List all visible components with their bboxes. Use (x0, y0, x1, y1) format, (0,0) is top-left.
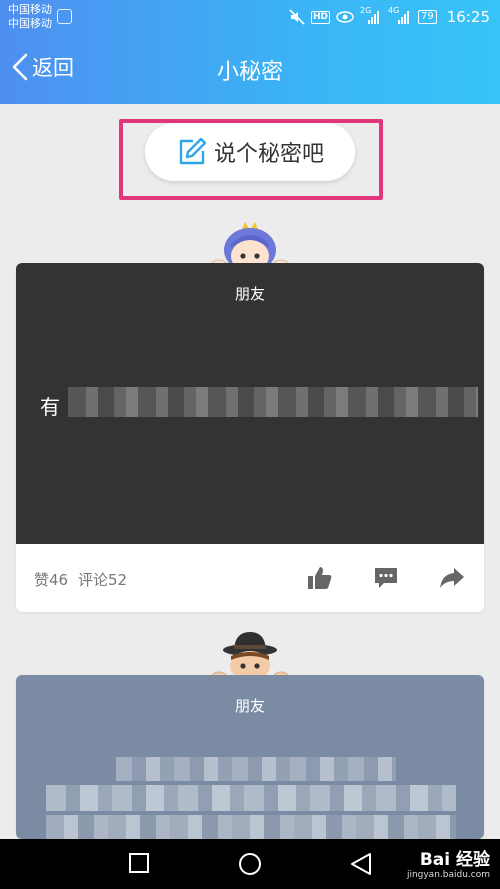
eye-icon (336, 11, 354, 23)
nav-bar: 返回 小秘密 (0, 34, 500, 104)
signal-4g: 4G (388, 6, 412, 26)
share-icon[interactable] (438, 564, 466, 592)
compose-secret-button[interactable]: 说个秘密吧 (145, 123, 355, 181)
blurred-text (68, 387, 478, 417)
post-tag: 朋友 (234, 697, 265, 715)
carrier-info: 中国移动 中国移动 (8, 3, 52, 31)
post-card[interactable]: 朋友 (16, 675, 484, 839)
post-text: 有 (40, 395, 60, 419)
watermark-url: jingyan.baidu.com (406, 870, 490, 880)
home-button[interactable] (238, 852, 262, 876)
carrier-1: 中国移动 (8, 3, 52, 16)
status-icons: HD 2G 4G 79 16:25 (289, 6, 490, 28)
signal-2g: 2G (360, 6, 382, 26)
app-header: 中国移动 中国移动 HD 2G 4G 79 16:25 返回 小秘密 (0, 0, 500, 104)
mute-icon (289, 9, 305, 25)
post-card[interactable]: 朋友 有 赞46 评论52 (16, 263, 484, 612)
carrier-2: 中国移动 (8, 17, 52, 30)
post-content: 朋友 有 (16, 263, 484, 544)
comment-icon[interactable] (372, 564, 400, 592)
signal-icon (368, 11, 380, 24)
recent-apps-button[interactable] (128, 852, 150, 874)
blurred-text (46, 815, 456, 839)
compose-label: 说个秘密吧 (213, 142, 324, 167)
blurred-text (116, 757, 396, 781)
post-tag: 朋友 (234, 285, 265, 303)
signal-icon (398, 11, 410, 24)
comment-count: 评论52 (78, 571, 128, 589)
edit-icon (179, 137, 207, 165)
clock: 16:25 (446, 8, 490, 26)
post-content: 朋友 (16, 675, 484, 839)
post-footer: 赞46 评论52 (16, 544, 484, 612)
watermark-brand: Bai 经验 (419, 850, 490, 870)
thumbs-up-icon[interactable] (306, 564, 334, 592)
system-nav-bar: Bai 经验 jingyan.baidu.com (0, 839, 500, 889)
sim-icon (57, 9, 72, 24)
page-title: 小秘密 (216, 60, 283, 85)
battery-indicator: 79 (418, 10, 437, 24)
hd-badge: HD (311, 10, 331, 24)
watermark: Bai 经验 jingyan.baidu.com (407, 845, 490, 880)
back-nav-button[interactable] (350, 852, 372, 876)
blurred-text (46, 785, 456, 811)
status-bar: 中国移动 中国移动 HD 2G 4G 79 16:25 (0, 0, 500, 34)
like-count: 赞46 (34, 571, 69, 589)
